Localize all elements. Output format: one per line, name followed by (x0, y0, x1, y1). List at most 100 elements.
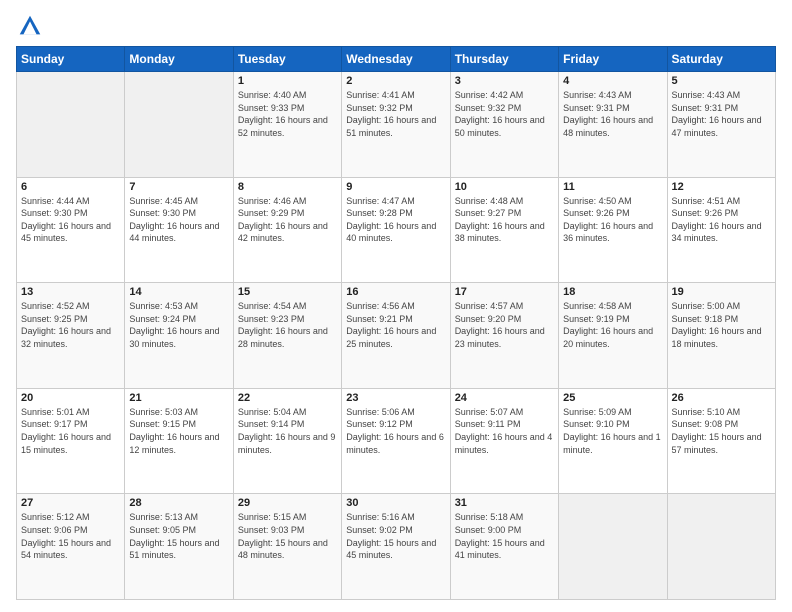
day-number: 29 (238, 497, 337, 509)
calendar-cell: 21Sunrise: 5:03 AM Sunset: 9:15 PM Dayli… (125, 388, 233, 494)
day-info: Sunrise: 5:04 AM Sunset: 9:14 PM Dayligh… (238, 406, 337, 456)
calendar-cell: 26Sunrise: 5:10 AM Sunset: 9:08 PM Dayli… (667, 388, 775, 494)
day-number: 4 (563, 75, 662, 87)
day-number: 23 (346, 392, 445, 404)
day-number: 22 (238, 392, 337, 404)
calendar-cell: 5Sunrise: 4:43 AM Sunset: 9:31 PM Daylig… (667, 72, 775, 178)
calendar-cell: 16Sunrise: 4:56 AM Sunset: 9:21 PM Dayli… (342, 283, 450, 389)
day-number: 12 (672, 181, 771, 193)
calendar-cell: 23 Sunrise: 5:06 AM Sunset: 9:12 PM Dayli… (342, 388, 450, 494)
calendar-cell (559, 494, 667, 600)
day-info: Sunrise: 5:09 AM Sunset: 9:10 PM Dayligh… (563, 406, 662, 456)
day-info: Sunrise: 4:54 AM Sunset: 9:23 PM Dayligh… (238, 300, 337, 350)
calendar-cell: 9Sunrise: 4:47 AM Sunset: 9:28 PM Daylig… (342, 177, 450, 283)
weekday-header-row: SundayMondayTuesdayWednesdayThursdayFrid… (17, 47, 776, 72)
day-info: Sunrise: 4:48 AM Sunset: 9:27 PM Dayligh… (455, 195, 554, 245)
day-number: 27 (21, 497, 120, 509)
calendar-cell: 19 Sunrise: 5:00 AM Sunset: 9:18 PM Dayli… (667, 283, 775, 389)
day-number: 5 (672, 75, 771, 87)
day-info: Sunrise: 5:12 AM Sunset: 9:06 PM Dayligh… (21, 511, 120, 561)
calendar-cell: 13 Sunrise: 4:52 AM Sunset: 9:25 PM Dayli… (17, 283, 125, 389)
day-number: 8 (238, 181, 337, 193)
day-number: 11 (563, 181, 662, 193)
day-info: Sunrise: 4:52 AM Sunset: 9:25 PM Dayligh… (21, 300, 120, 350)
day-info: Sunrise: 5:18 AM Sunset: 9:00 PM Dayligh… (455, 511, 554, 561)
day-info: Sunrise: 4:57 AM Sunset: 9:20 PM Dayligh… (455, 300, 554, 350)
day-info: Sunrise: 5:06 AM Sunset: 9:12 PM Dayligh… (346, 406, 445, 456)
calendar-cell: 1 Sunrise: 4:40 AM Sunset: 9:33 PM Daylig… (233, 72, 341, 178)
day-info: Sunrise: 5:00 AM Sunset: 9:18 PM Dayligh… (672, 300, 771, 350)
calendar-cell: 12 Sunrise: 4:51 AM Sunset: 9:26 PM Dayli… (667, 177, 775, 283)
day-number: 18 (563, 286, 662, 298)
week-row-0: 1 Sunrise: 4:40 AM Sunset: 9:33 PM Daylig… (17, 72, 776, 178)
calendar-cell (667, 494, 775, 600)
day-number: 25 (563, 392, 662, 404)
day-number: 31 (455, 497, 554, 509)
calendar-cell: 17 Sunrise: 4:57 AM Sunset: 9:20 PM Dayli… (450, 283, 558, 389)
day-number: 6 (21, 181, 120, 193)
day-info: Sunrise: 4:42 AM Sunset: 9:32 PM Dayligh… (455, 89, 554, 139)
week-row-1: 6 Sunrise: 4:44 AM Sunset: 9:30 PM Daylig… (17, 177, 776, 283)
calendar-cell: 30Sunrise: 5:16 AM Sunset: 9:02 PM Dayli… (342, 494, 450, 600)
weekday-header-monday: Monday (125, 47, 233, 72)
day-number: 2 (346, 75, 445, 87)
day-info: Sunrise: 5:15 AM Sunset: 9:03 PM Dayligh… (238, 511, 337, 561)
page: SundayMondayTuesdayWednesdayThursdayFrid… (0, 0, 792, 612)
day-info: Sunrise: 5:07 AM Sunset: 9:11 PM Dayligh… (455, 406, 554, 456)
calendar-cell: 10 Sunrise: 4:48 AM Sunset: 9:27 PM Dayli… (450, 177, 558, 283)
calendar-cell: 18Sunrise: 4:58 AM Sunset: 9:19 PM Dayli… (559, 283, 667, 389)
logo-icon (16, 12, 44, 40)
day-number: 28 (129, 497, 228, 509)
day-info: Sunrise: 4:53 AM Sunset: 9:24 PM Dayligh… (129, 300, 228, 350)
day-info: Sunrise: 4:41 AM Sunset: 9:32 PM Dayligh… (346, 89, 445, 139)
calendar-cell: 31 Sunrise: 5:18 AM Sunset: 9:00 PM Dayli… (450, 494, 558, 600)
calendar-cell: 20 Sunrise: 5:01 AM Sunset: 9:17 PM Dayli… (17, 388, 125, 494)
weekday-header-saturday: Saturday (667, 47, 775, 72)
day-number: 19 (672, 286, 771, 298)
calendar-cell: 4 Sunrise: 4:43 AM Sunset: 9:31 PM Daylig… (559, 72, 667, 178)
day-info: Sunrise: 4:43 AM Sunset: 9:31 PM Dayligh… (563, 89, 662, 139)
day-number: 26 (672, 392, 771, 404)
calendar-cell: 3 Sunrise: 4:42 AM Sunset: 9:32 PM Daylig… (450, 72, 558, 178)
day-number: 3 (455, 75, 554, 87)
calendar-cell: 24Sunrise: 5:07 AM Sunset: 9:11 PM Dayli… (450, 388, 558, 494)
day-number: 20 (21, 392, 120, 404)
weekday-header-wednesday: Wednesday (342, 47, 450, 72)
calendar-cell: 14Sunrise: 4:53 AM Sunset: 9:24 PM Dayli… (125, 283, 233, 389)
header (16, 12, 776, 40)
day-number: 9 (346, 181, 445, 193)
day-number: 10 (455, 181, 554, 193)
calendar-cell: 2 Sunrise: 4:41 AM Sunset: 9:32 PM Daylig… (342, 72, 450, 178)
calendar-cell: 6 Sunrise: 4:44 AM Sunset: 9:30 PM Daylig… (17, 177, 125, 283)
day-info: Sunrise: 5:01 AM Sunset: 9:17 PM Dayligh… (21, 406, 120, 456)
day-info: Sunrise: 4:56 AM Sunset: 9:21 PM Dayligh… (346, 300, 445, 350)
day-info: Sunrise: 4:45 AM Sunset: 9:30 PM Dayligh… (129, 195, 228, 245)
calendar-cell: 27 Sunrise: 5:12 AM Sunset: 9:06 PM Dayli… (17, 494, 125, 600)
day-number: 13 (21, 286, 120, 298)
weekday-header-thursday: Thursday (450, 47, 558, 72)
day-number: 7 (129, 181, 228, 193)
day-number: 15 (238, 286, 337, 298)
day-info: Sunrise: 5:16 AM Sunset: 9:02 PM Dayligh… (346, 511, 445, 561)
calendar-cell: 15 Sunrise: 4:54 AM Sunset: 9:23 PM Dayli… (233, 283, 341, 389)
day-info: Sunrise: 4:40 AM Sunset: 9:33 PM Dayligh… (238, 89, 337, 139)
calendar-cell: 29 Sunrise: 5:15 AM Sunset: 9:03 PM Dayli… (233, 494, 341, 600)
calendar-cell: 8 Sunrise: 4:46 AM Sunset: 9:29 PM Daylig… (233, 177, 341, 283)
week-row-3: 20 Sunrise: 5:01 AM Sunset: 9:17 PM Dayli… (17, 388, 776, 494)
calendar-cell: 28Sunrise: 5:13 AM Sunset: 9:05 PM Dayli… (125, 494, 233, 600)
week-row-2: 13 Sunrise: 4:52 AM Sunset: 9:25 PM Dayli… (17, 283, 776, 389)
logo (16, 12, 48, 40)
calendar-cell: 7 Sunrise: 4:45 AM Sunset: 9:30 PM Daylig… (125, 177, 233, 283)
day-info: Sunrise: 4:46 AM Sunset: 9:29 PM Dayligh… (238, 195, 337, 245)
week-row-4: 27 Sunrise: 5:12 AM Sunset: 9:06 PM Dayli… (17, 494, 776, 600)
calendar-cell: 25 Sunrise: 5:09 AM Sunset: 9:10 PM Dayli… (559, 388, 667, 494)
weekday-header-tuesday: Tuesday (233, 47, 341, 72)
day-number: 1 (238, 75, 337, 87)
day-number: 17 (455, 286, 554, 298)
calendar-cell (125, 72, 233, 178)
day-info: Sunrise: 4:51 AM Sunset: 9:26 PM Dayligh… (672, 195, 771, 245)
weekday-header-friday: Friday (559, 47, 667, 72)
day-info: Sunrise: 5:03 AM Sunset: 9:15 PM Dayligh… (129, 406, 228, 456)
day-info: Sunrise: 4:44 AM Sunset: 9:30 PM Dayligh… (21, 195, 120, 245)
calendar-cell: 22 Sunrise: 5:04 AM Sunset: 9:14 PM Dayli… (233, 388, 341, 494)
